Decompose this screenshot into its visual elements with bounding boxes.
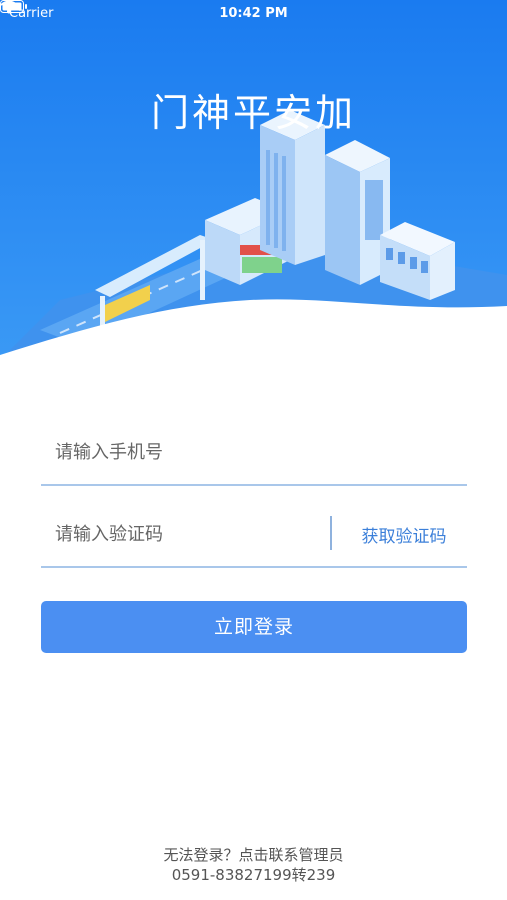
app-title: 门神平安加 bbox=[150, 91, 356, 135]
code-divider bbox=[330, 516, 332, 550]
contact-admin-link[interactable]: 无法登录？点击联系管理员 bbox=[0, 845, 507, 865]
hero-banner: Carrier 10:42 PM 门神平安加 bbox=[0, 0, 507, 370]
phone-field bbox=[41, 424, 467, 486]
help-footer: 无法登录？点击联系管理员 0591-83827199转239 bbox=[0, 845, 507, 885]
code-input[interactable] bbox=[55, 514, 325, 554]
code-field: 获取验证码 bbox=[41, 506, 467, 568]
login-button[interactable]: 立即登录 bbox=[41, 601, 467, 653]
battery-icon bbox=[0, 0, 27, 13]
admin-phone: 0591-83827199转239 bbox=[171, 866, 336, 884]
get-code-button[interactable]: 获取验证码 bbox=[341, 522, 467, 547]
city-illustration bbox=[0, 0, 507, 370]
phone-input[interactable] bbox=[55, 432, 325, 472]
status-bar: Carrier 10:42 PM bbox=[0, 0, 507, 28]
clock: 10:42 PM bbox=[219, 6, 288, 21]
